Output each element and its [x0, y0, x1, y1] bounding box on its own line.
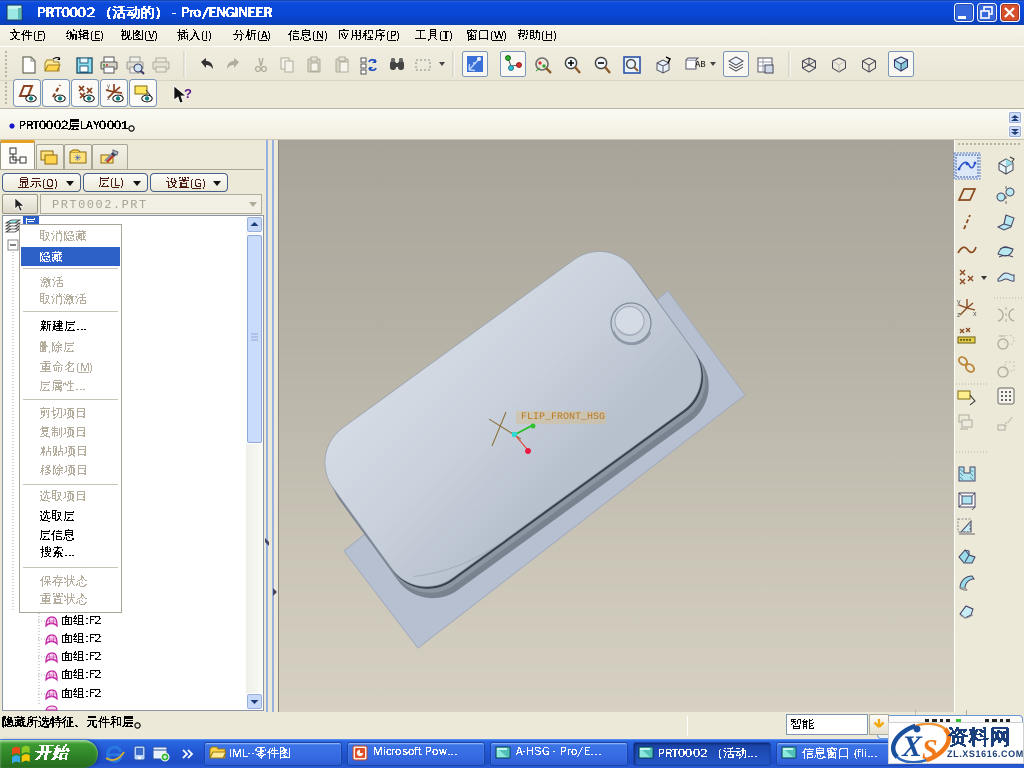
svg-text:?: ? — [184, 86, 192, 101]
svg-text:AB: AB — [695, 60, 706, 69]
svg-text:z: z — [957, 312, 961, 319]
svg-text:X: X — [901, 730, 923, 763]
svg-text:y: y — [957, 299, 961, 306]
svg-text:y: y — [107, 84, 110, 90]
svg-text:x: x — [973, 311, 977, 318]
svg-text:✳: ✳ — [74, 153, 82, 163]
svg-text:S: S — [922, 735, 938, 763]
svg-text:z: z — [107, 96, 110, 102]
